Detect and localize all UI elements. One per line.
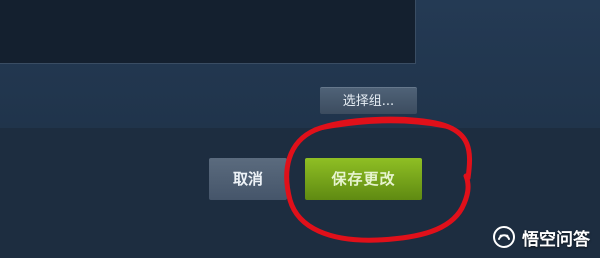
list-box[interactable] xyxy=(0,0,416,64)
watermark: 悟空问答 xyxy=(492,224,590,250)
select-group-button[interactable]: 选择组... xyxy=(320,87,417,114)
cancel-button[interactable]: 取消 xyxy=(209,158,287,200)
watermark-text: 悟空问答 xyxy=(522,229,590,250)
wukong-logo-icon xyxy=(493,226,515,248)
save-changes-button[interactable]: 保存更改 xyxy=(305,158,422,200)
settings-panel: 选择组... xyxy=(0,0,600,128)
